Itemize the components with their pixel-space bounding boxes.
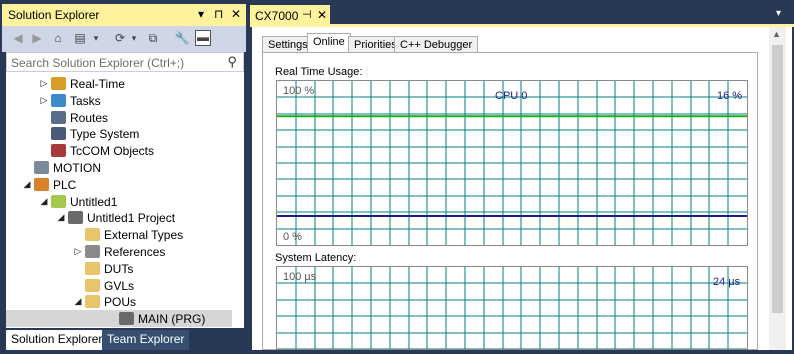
- expand-arrow-icon[interactable]: ▷: [39, 78, 49, 89]
- system-latency-plot: [277, 267, 747, 349]
- expand-arrow-icon[interactable]: ▷: [73, 246, 83, 257]
- property-tabs: Settings Online Priorities C++ Debugger: [262, 33, 762, 53]
- solution-explorer-titlebar: Solution Explorer ▾ ⊓ ✕: [2, 4, 246, 26]
- rt-series-label: CPU 0: [495, 90, 528, 102]
- tab-cpp-debugger[interactable]: C++ Debugger: [394, 36, 479, 52]
- tab-online[interactable]: Online: [307, 33, 351, 53]
- tree-item[interactable]: ◢ Untitled1 Project: [6, 209, 232, 226]
- plc-project-icon: [51, 194, 66, 208]
- references-icon: [85, 245, 100, 258]
- program-icon: [119, 312, 134, 326]
- system-latency-label: System Latency:: [275, 252, 357, 264]
- real-time-usage-label: Real Time Usage:: [275, 66, 363, 78]
- switch-views-icon[interactable]: ▤: [72, 30, 88, 46]
- window-menu-dropdown[interactable]: ▾: [198, 7, 204, 21]
- document-dropdown-icon[interactable]: ▾: [776, 8, 781, 19]
- tab-solution-explorer[interactable]: Solution Explorer: [6, 330, 108, 350]
- tree-item-label: Untitled1 Project: [87, 211, 176, 226]
- tree-item-label: DUTs: [104, 261, 134, 276]
- tree-item[interactable]: Type System: [6, 125, 232, 142]
- tree-item-label: Routes: [70, 110, 109, 125]
- tree-item[interactable]: GVLs: [6, 277, 232, 294]
- tccom-icon: [51, 144, 66, 158]
- solution-explorer-title: Solution Explorer: [8, 8, 100, 22]
- tree-item[interactable]: TcCOM Objects: [6, 142, 232, 159]
- tree-item[interactable]: MOTION: [6, 159, 232, 176]
- real-time-usage-chart: 100 % 0 % CPU 0 16 %: [276, 80, 748, 246]
- real-time-usage-plot: [277, 81, 747, 245]
- type-system-icon: [51, 127, 66, 141]
- tree-item-label: PLC: [53, 177, 77, 192]
- lat-top-label: 100 µs: [283, 271, 317, 283]
- tree-item-label: MAIN (PRG): [138, 312, 206, 327]
- document-scrollbar-thumb[interactable]: [772, 45, 783, 313]
- document-tab-cx7000[interactable]: CX7000 ⊣ ✕: [250, 5, 330, 25]
- tab-team-explorer[interactable]: Team Explorer: [102, 330, 190, 350]
- document-tab-title: CX7000: [255, 9, 299, 23]
- tree-item-label: MOTION: [53, 161, 101, 175]
- preview-icon[interactable]: ▬: [195, 30, 211, 46]
- tree-item-label: References: [104, 245, 166, 259]
- collapse-arrow-icon[interactable]: ◢: [56, 212, 66, 223]
- search-solution-explorer-input[interactable]: Search Solution Explorer (Ctrl+;) ⚲: [6, 52, 244, 72]
- close-icon[interactable]: ✕: [231, 7, 241, 21]
- folder-icon: [85, 261, 100, 275]
- lat-value-label: 24 µs: [713, 276, 741, 288]
- tree-item-label: TcCOM Objects: [70, 144, 155, 159]
- chevron-down-icon[interactable]: ▾: [88, 30, 104, 46]
- pin-tab-icon[interactable]: ⊣: [302, 8, 312, 21]
- rt-value-label: 16 %: [717, 90, 743, 102]
- bottom-tool-tabs: Solution Explorer Team Explorer: [6, 330, 248, 350]
- solution-tree: ▷ Real-Time ▷ Tasks Routes Type System TcCOM O…: [6, 72, 244, 328]
- search-icon[interactable]: ⚲: [227, 54, 237, 70]
- scroll-up-icon[interactable]: ▲: [772, 29, 781, 39]
- solution-explorer-toolbar: ◀ ▶ ⌂ ▤ ▾ ⟳ ▾ ⧉ 🔧 ▬: [2, 26, 246, 52]
- collapse-arrow-icon[interactable]: ◢: [22, 179, 32, 190]
- tree-item[interactable]: DUTs: [6, 260, 232, 277]
- tree-item[interactable]: ▷ Real-Time: [6, 75, 232, 92]
- rt-top-label: 100 %: [283, 85, 315, 97]
- forward-icon[interactable]: ▶: [29, 30, 45, 46]
- tree-item[interactable]: ◢ PLC: [6, 176, 232, 193]
- tree-item[interactable]: MAIN (PRG): [6, 310, 232, 328]
- tab-settings[interactable]: Settings: [262, 36, 314, 52]
- rt-bottom-label: 0 %: [283, 231, 302, 243]
- folder-icon: [85, 228, 100, 242]
- tree-item[interactable]: ◢ POUs: [6, 293, 232, 310]
- project-icon: [68, 211, 83, 225]
- tree-item-label: Type System: [70, 127, 140, 142]
- motion-icon: [34, 161, 49, 174]
- home-icon[interactable]: ⌂: [50, 30, 66, 46]
- system-latency-chart: 100 µs 24 µs: [276, 266, 748, 350]
- plc-icon: [34, 177, 49, 191]
- realtime-icon: [51, 77, 66, 90]
- tree-item-label: External Types: [104, 228, 184, 243]
- expand-arrow-icon[interactable]: ▷: [39, 95, 49, 106]
- tree-item-label: Real-Time: [70, 77, 125, 91]
- tree-item[interactable]: ▷ Tasks: [6, 92, 232, 109]
- search-placeholder: Search Solution Explorer (Ctrl+;): [11, 56, 185, 70]
- folder-open-icon: [85, 295, 100, 309]
- document-scrollbar[interactable]: ▲: [769, 27, 786, 350]
- routes-icon: [51, 110, 66, 124]
- collapse-arrow-icon[interactable]: ◢: [73, 296, 83, 307]
- collapse-arrow-icon[interactable]: ◢: [39, 196, 49, 207]
- close-tab-icon[interactable]: ✕: [317, 8, 327, 22]
- back-icon[interactable]: ◀: [10, 30, 26, 46]
- properties-wrench-icon[interactable]: 🔧: [174, 30, 190, 46]
- pin-icon[interactable]: ⊓: [214, 7, 223, 21]
- folder-icon: [85, 278, 100, 292]
- tree-item-label: Untitled1: [70, 194, 118, 209]
- tasks-icon: [51, 93, 66, 107]
- chevron-down-icon[interactable]: ▾: [126, 30, 142, 46]
- tree-item-label: Tasks: [70, 93, 101, 108]
- tree-item[interactable]: External Types: [6, 226, 232, 243]
- tree-item-label: GVLs: [104, 278, 135, 293]
- tree-item[interactable]: ▷ References: [6, 243, 232, 260]
- tree-item[interactable]: ◢ Untitled1: [6, 193, 232, 210]
- collapse-all-icon[interactable]: ⧉: [145, 30, 161, 46]
- tree-item-label: POUs: [104, 295, 137, 310]
- tree-item[interactable]: Routes: [6, 109, 232, 126]
